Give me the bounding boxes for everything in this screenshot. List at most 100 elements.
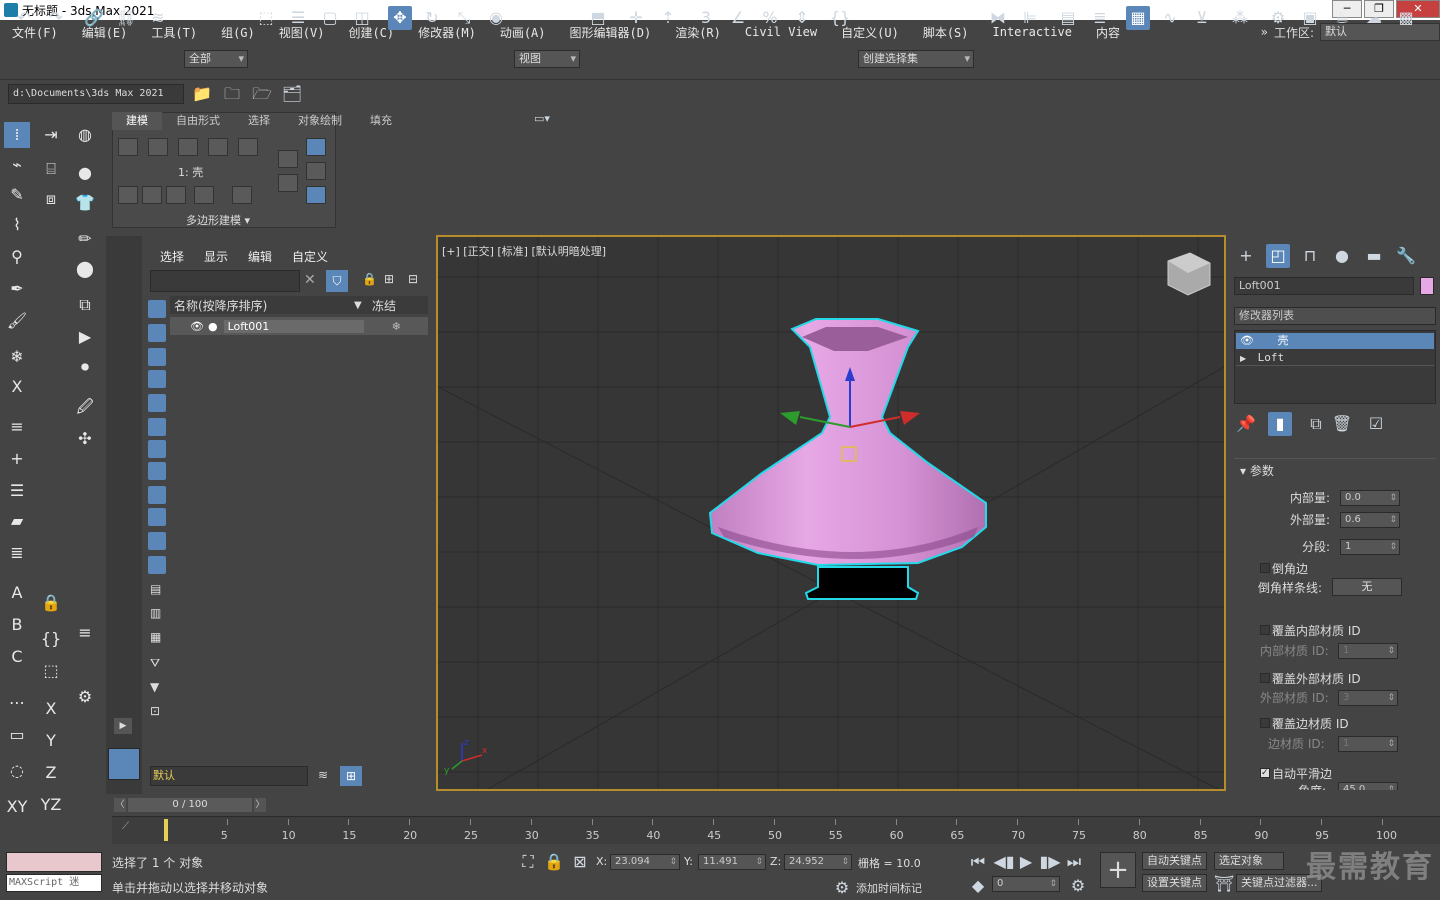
add-time-tag[interactable]: 添加时间标记 (856, 880, 922, 896)
current-frame-marker[interactable] (164, 819, 168, 841)
prev-frame-icon[interactable]: 〈 (114, 798, 126, 812)
loop-icon[interactable]: ⌸ (38, 156, 64, 182)
select-rotate-icon[interactable]: ↻ (420, 6, 444, 30)
time-config-icon[interactable]: ⚙ (1066, 874, 1090, 898)
axis-x-icon[interactable]: X (38, 696, 64, 722)
lasso-icon[interactable]: ⌁ (4, 152, 30, 178)
select-place-icon[interactable]: ◉ (484, 6, 508, 30)
play-box-icon[interactable]: ▶ (72, 324, 98, 350)
keyboard-shortcut-icon[interactable]: ⇡ (656, 6, 680, 30)
undo-icon[interactable]: ↶ (12, 6, 36, 30)
select-object-icon[interactable]: ⬚ (254, 6, 278, 30)
key-mode-icon[interactable]: ◆ (966, 874, 990, 898)
prev-key-icon[interactable]: ◀▮ (992, 850, 1016, 874)
pin-stack-icon[interactable]: 📌 (1234, 412, 1258, 436)
hierarchy-icon[interactable]: ⊞ (384, 272, 394, 286)
braces-icon[interactable]: {} (38, 626, 64, 652)
render-production-icon[interactable]: ☕ (1330, 6, 1354, 30)
select-scale-icon[interactable]: ⤡ (452, 6, 476, 30)
ribbon-toggle-icon[interactable]: ▦ (1126, 6, 1150, 30)
display-xrefs-icon[interactable] (148, 462, 166, 480)
time-slider[interactable]: 0 / 100 (128, 798, 252, 812)
show-end-result-icon[interactable]: ▮ (1268, 412, 1292, 436)
display-helpers-icon[interactable] (148, 394, 166, 412)
create-project-icon[interactable]: 🗀 (220, 82, 244, 106)
layers-icon[interactable]: ☰ (4, 478, 30, 504)
absolute-mode-icon[interactable]: ⊠ (568, 850, 592, 874)
rollout-params[interactable]: ▾ 参数 (1240, 462, 1274, 479)
funnel-icon[interactable]: ▼ (150, 680, 159, 694)
ribbon-menu-icon[interactable]: ▭▾ (530, 110, 554, 128)
text-b-icon[interactable]: B (4, 612, 30, 638)
edit-named-sets-icon[interactable]: {} (828, 6, 852, 30)
percent-snap-icon[interactable]: % (758, 6, 782, 30)
move-cross-icon[interactable]: ✣ (72, 426, 98, 452)
magnet-icon[interactable]: ⚲ (4, 244, 30, 270)
select-region-icon[interactable]: ▰ (4, 508, 30, 534)
preset-icon[interactable]: ⊡ (150, 704, 160, 718)
vertex-mode-icon[interactable] (118, 138, 138, 156)
tab-object-paint[interactable]: 对象绘制 (284, 112, 356, 130)
display-spacewarps-icon[interactable] (148, 418, 166, 436)
configure-modifier-icon[interactable]: ☑ (1364, 412, 1388, 436)
shapes-icon[interactable]: ● (72, 160, 98, 186)
ribbon-side-2-icon[interactable] (278, 174, 298, 192)
axis-y-icon[interactable]: Y (38, 728, 64, 754)
layer-dropdown[interactable]: 默认 (150, 766, 308, 786)
paint-select-icon[interactable]: ✎ (4, 182, 30, 208)
table-row[interactable]: 👁 ● Loft001 ❄ (170, 317, 428, 335)
display-frozen-icon[interactable] (148, 532, 166, 550)
pen-icon[interactable]: ✒ (4, 276, 30, 302)
list-invert-icon[interactable]: ▦ (150, 630, 161, 644)
maxscript-input[interactable]: MAXScript 迷 (6, 874, 102, 892)
tab-freeform[interactable]: 自由形式 (162, 112, 234, 130)
display-bones-icon[interactable] (148, 486, 166, 504)
tshirt-icon[interactable]: 👕 (72, 190, 98, 216)
curve-editor-icon[interactable]: ∿ (1158, 6, 1182, 30)
stack-eye-icon[interactable]: 👁 (1240, 334, 1254, 347)
redo-icon[interactable]: ↷ (44, 6, 68, 30)
play-icon[interactable]: ▶ (1014, 850, 1038, 874)
reference-coordinate-dropdown[interactable]: 视图 (514, 50, 580, 68)
name-column[interactable]: 名称(按降序排序) (174, 297, 354, 314)
gear-layer-icon[interactable]: ⚙ (72, 684, 98, 710)
bevel-edges-checkbox[interactable] (1260, 563, 1270, 573)
render-setup-icon[interactable]: ⚙ (1266, 6, 1290, 30)
lock-icon[interactable]: 🔒 (38, 590, 64, 616)
add-layer-icon[interactable]: + (4, 446, 30, 472)
outer-amount-spinner[interactable]: 0.6 (1340, 512, 1400, 528)
link-icon[interactable]: 🔗 (82, 6, 106, 30)
current-frame-field[interactable]: 0 (992, 876, 1060, 892)
visibility-eye-icon[interactable]: 👁 (190, 320, 204, 333)
viewport-layout-icon[interactable] (108, 748, 140, 780)
display-shapes-icon[interactable] (148, 324, 166, 342)
selection-filter-dropdown[interactable]: 全部 (184, 50, 248, 68)
spinner-snap-icon[interactable]: ⇕ (790, 6, 814, 30)
object-name-field[interactable]: Loft001 (1234, 277, 1414, 295)
rendered-frame-icon[interactable]: ▣ (1298, 6, 1322, 30)
material-editor-icon[interactable]: ⁂ (1228, 6, 1252, 30)
angle-snap-icon[interactable]: ∠ (726, 6, 750, 30)
next-key-icon[interactable]: ▮▶ (1038, 850, 1062, 874)
stack-item-loft[interactable]: ▶ Loft (1236, 350, 1434, 366)
display-containers-icon[interactable] (148, 508, 166, 526)
set-key-icon[interactable]: + (1100, 852, 1136, 888)
record-icon[interactable]: ⏺ (72, 354, 98, 380)
clear-search-icon[interactable]: ✕ (304, 272, 316, 288)
paint-tool-icon[interactable]: 🖉 (72, 394, 98, 420)
lock-toggle-icon[interactable]: 🔒 (362, 272, 377, 286)
xform-icon[interactable]: X (4, 374, 30, 400)
display-hidden-icon[interactable] (148, 556, 166, 574)
ruler-icon[interactable]: ▭ (4, 722, 30, 748)
segments-spinner[interactable]: 1 (1340, 539, 1400, 555)
scene-menu-edit[interactable]: 编辑 (248, 248, 272, 265)
tab-selection[interactable]: 选择 (234, 112, 284, 130)
layer-manager-icon[interactable]: ≋ (318, 768, 328, 782)
ring-icon[interactable]: ⧈ (38, 186, 64, 212)
ribbon-tool-5-icon[interactable] (232, 186, 252, 204)
inner-id-spinner[interactable]: 1 (1338, 643, 1398, 659)
track-bar[interactable]: ⟋ 5 10 15 20 25 30 35 40 45 50 55 60 65 70 75 80 85 90 95 1… (112, 816, 1440, 844)
select-by-name-icon[interactable]: ☰ (286, 6, 310, 30)
goto-end-icon[interactable]: ⏭ (1062, 850, 1086, 874)
insert-icon[interactable]: ⇥ (38, 122, 64, 148)
